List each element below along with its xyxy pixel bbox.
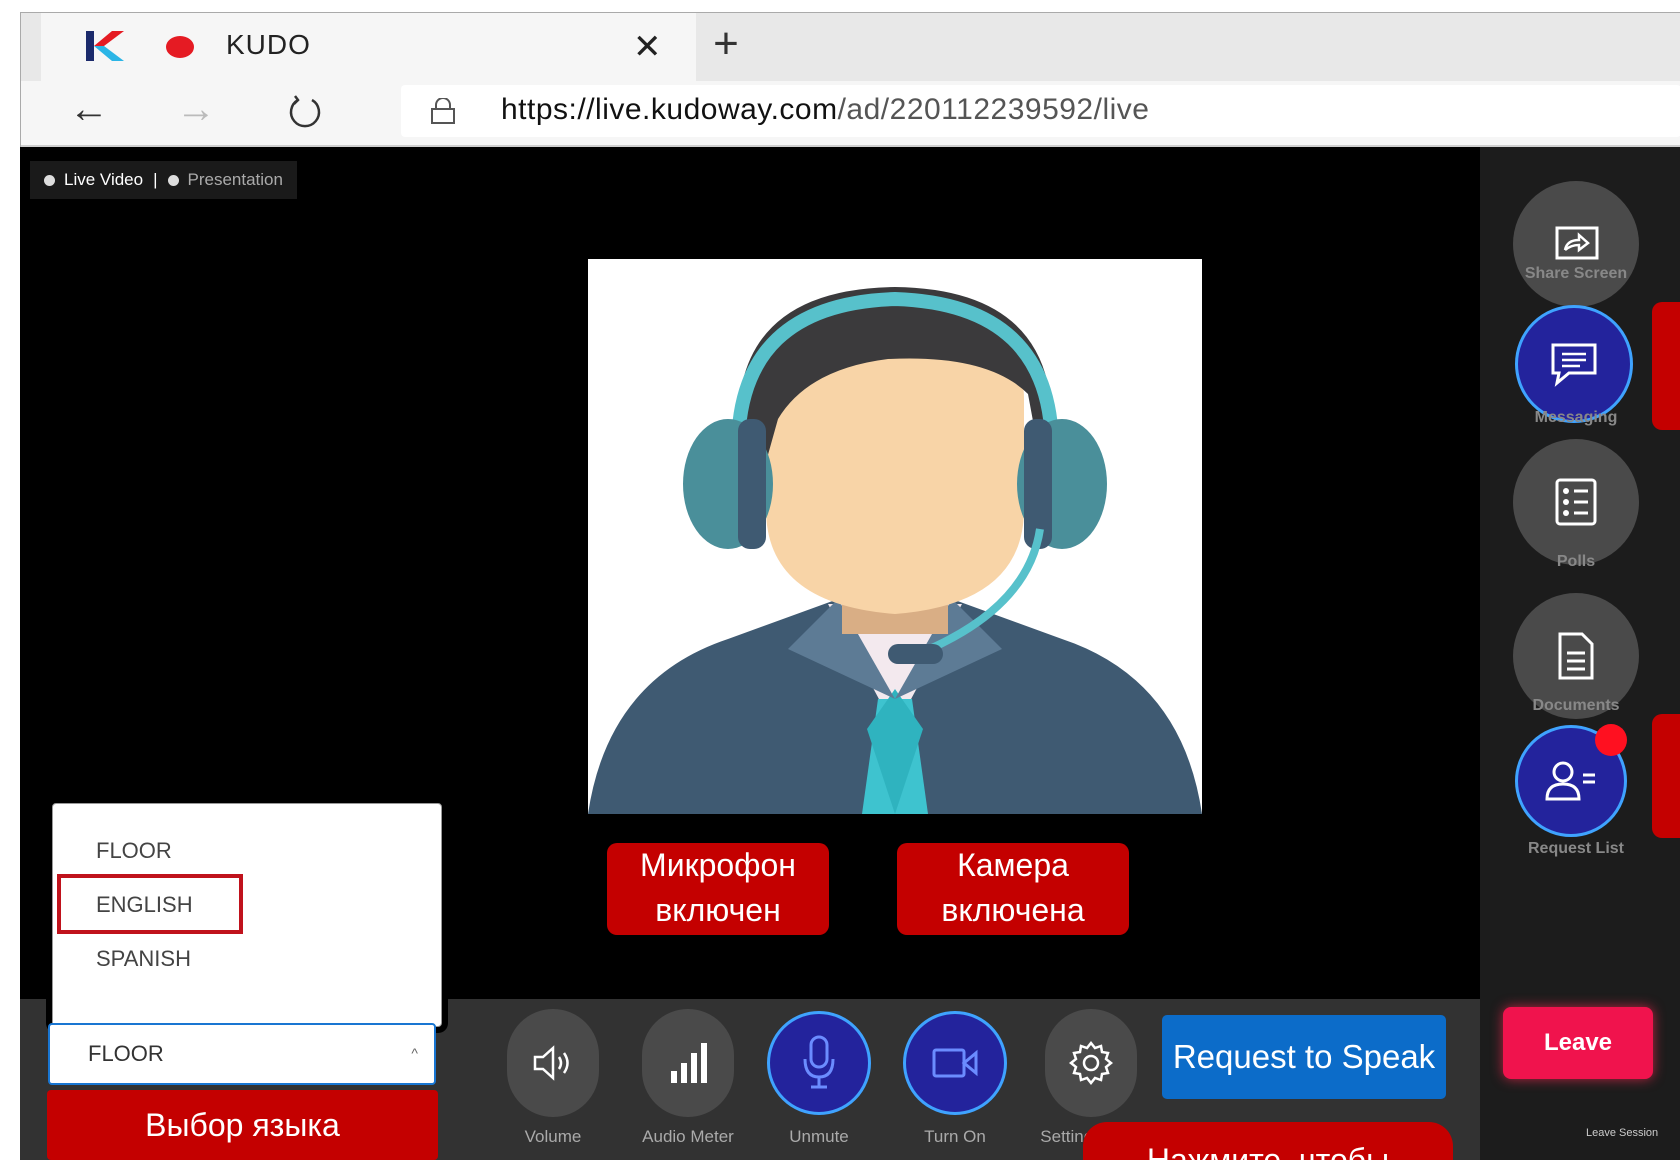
close-tab-icon[interactable]: ✕ (633, 27, 662, 67)
language-option-spanish[interactable]: SPANISH (96, 946, 191, 972)
polls-label: Polls (1556, 553, 1596, 570)
browser-tab[interactable]: KUDO ✕ (41, 13, 696, 81)
live-video-option[interactable]: Live Video (44, 170, 143, 190)
notification-dot (1595, 724, 1627, 756)
language-selected-value: FLOOR (88, 1041, 164, 1066)
request-list-label: Request List (1527, 840, 1624, 857)
request-list-button[interactable] (1515, 724, 1627, 837)
language-option-floor[interactable]: FLOOR (96, 838, 172, 864)
presentation-option[interactable]: Presentation (167, 170, 283, 190)
radio-dot-icon (44, 174, 55, 186)
polls-button[interactable] (1513, 439, 1639, 565)
messaging-label: Messaging (1534, 409, 1618, 426)
browser-window: KUDO ✕ + ← → https://live.kudoway.com/ad… (20, 12, 1680, 148)
volume-button[interactable] (507, 1009, 599, 1117)
polls-icon (1555, 478, 1597, 526)
document-icon (1558, 632, 1594, 680)
right-sidebar: Share Screen Messaging Polls Documents R… (1480, 147, 1680, 1160)
microphone-icon (803, 1035, 835, 1089)
settings-button[interactable] (1045, 1009, 1137, 1117)
language-select-annotation: Выбор языка (47, 1090, 438, 1160)
lock-icon (431, 98, 455, 124)
forward-arrow-icon[interactable]: → (176, 87, 216, 132)
view-mode-toggle: Live Video | Presentation (30, 161, 297, 199)
camera-turn-on-button[interactable] (903, 1011, 1007, 1115)
kudo-app: Live Video | Presentation Share Screen M… (20, 147, 1680, 1160)
mic-on-annotation: Микрофон включен (607, 843, 829, 935)
language-option-highlight (57, 874, 243, 934)
kudo-logo-icon (86, 31, 124, 61)
mode-separator: | (153, 170, 158, 189)
annotation-callout-messaging (1652, 302, 1680, 430)
url-text: https://live.kudoway.com/ad/220112239592… (501, 93, 1150, 126)
leave-button[interactable]: Leave (1503, 1007, 1653, 1079)
new-tab-icon[interactable]: + (696, 19, 756, 69)
unmute-button[interactable] (767, 1011, 871, 1115)
share-screen-button[interactable] (1513, 181, 1639, 307)
gear-icon (1068, 1040, 1114, 1086)
video-tile (588, 259, 1202, 814)
navigation-bar: ← → https://live.kudoway.com/ad/22011223… (21, 81, 1680, 148)
messaging-button[interactable] (1515, 305, 1633, 423)
volume-icon (533, 1045, 569, 1081)
message-icon (1551, 343, 1597, 387)
unmute-label: Unmute (789, 1127, 849, 1146)
interpreter-avatar-icon (588, 259, 1202, 814)
annotation-callout-request-list (1652, 714, 1680, 838)
radio-dot-icon (167, 174, 179, 186)
documents-label: Documents (1532, 697, 1620, 714)
language-dropdown-menu: FLOOR ENGLISH SPANISH (52, 803, 442, 1027)
recording-icon (166, 36, 194, 58)
back-arrow-icon[interactable]: ← (69, 87, 109, 132)
address-bar[interactable]: https://live.kudoway.com/ad/220112239592… (401, 85, 1680, 137)
chevron-up-icon: ^ (411, 1045, 418, 1061)
camera-icon (932, 1048, 978, 1078)
tab-title: KUDO (226, 29, 311, 60)
leave-session-label: Leave Session (1586, 1127, 1659, 1139)
click-to-annotation: Нажмите, чтобы (1083, 1122, 1453, 1160)
camera-on-annotation: Камера включена (897, 843, 1129, 935)
audio-meter-label: Audio Meter (642, 1127, 734, 1146)
presentation-label: Presentation (187, 170, 283, 189)
request-to-speak-button[interactable]: Request to Speak (1162, 1015, 1446, 1099)
live-video-label: Live Video (64, 170, 144, 189)
volume-label: Volume (524, 1127, 582, 1146)
share-screen-label: Share Screen (1524, 265, 1628, 282)
audio-meter-icon (671, 1043, 707, 1083)
request-list-icon (1545, 761, 1595, 801)
language-select[interactable]: FLOOR ^ (48, 1023, 436, 1085)
share-screen-icon (1555, 226, 1599, 260)
audio-meter-button[interactable] (642, 1009, 734, 1117)
turn-on-label: Turn On (924, 1127, 986, 1146)
reload-icon[interactable] (286, 95, 324, 129)
